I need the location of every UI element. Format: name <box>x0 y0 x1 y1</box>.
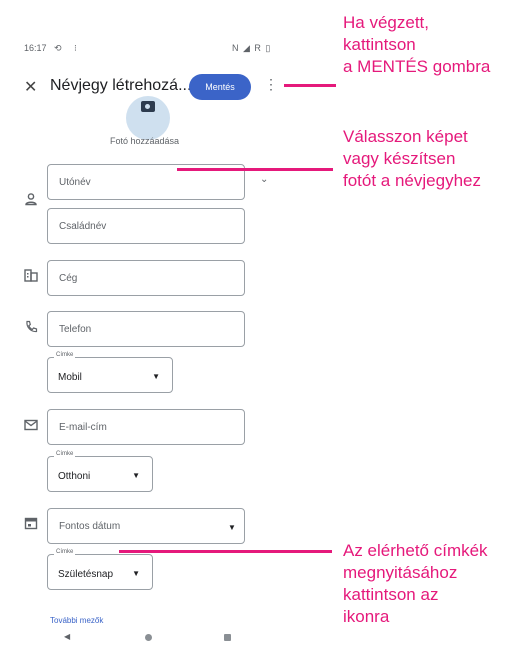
dropdown-arrow-icon: ▼ <box>152 372 160 381</box>
callout-save: Ha végzett, kattintson a MENTÉS gombra <box>343 13 491 76</box>
email-icon <box>24 419 38 431</box>
save-button[interactable]: Mentés <box>189 74 251 100</box>
email-field[interactable]: E-mail-cím <box>47 409 245 445</box>
dropdown-arrow-icon: ▼ <box>132 471 140 480</box>
back-nav-icon[interactable]: ◀ <box>64 632 70 641</box>
email-label-dropdown[interactable]: Címke Otthoni ▼ <box>47 451 153 492</box>
business-icon <box>24 269 38 282</box>
callout-photo: Válasszon képet vagy készítsen fotót a n… <box>343 127 481 190</box>
dropdown-arrow-icon: ▼ <box>132 569 140 578</box>
status-bar: 16:17 ⟲ ⁝ N ◢ R ▯ <box>14 34 282 56</box>
person-icon <box>25 193 37 206</box>
company-field[interactable]: Cég <box>47 260 245 296</box>
callout-line-photo <box>177 168 333 171</box>
phone-label-caption: Címke <box>54 352 76 358</box>
email-label-caption: Címke <box>54 451 76 457</box>
sync-icon: ⟲ <box>54 43 62 53</box>
date-dropdown-arrow-icon[interactable]: ▼ <box>228 523 270 532</box>
date-label-value: Születésnap <box>58 569 114 580</box>
phone-icon <box>26 320 38 333</box>
recents-nav-icon[interactable] <box>224 634 231 641</box>
callout-line-save <box>284 84 336 87</box>
callout-line-labels <box>119 550 332 553</box>
status-time: 16:17 <box>24 43 47 53</box>
chevron-down-icon[interactable]: ⌄ <box>260 174 268 185</box>
add-photo-label[interactable]: Fotó hozzáadása <box>110 136 179 146</box>
close-icon[interactable]: ✕ <box>24 77 37 97</box>
status-icons: N ◢ R ▯ <box>232 43 272 53</box>
camera-icon <box>141 101 155 112</box>
last-name-field[interactable]: Családnév <box>47 208 245 244</box>
callout-labels: Az elérhető címkék megnyitásához kattint… <box>343 541 488 626</box>
more-icon[interactable]: ⋮ <box>264 76 278 93</box>
email-label-value: Otthoni <box>58 471 91 482</box>
more-fields-link[interactable]: További mezők <box>50 616 103 625</box>
navigation-bar: ◀ <box>14 632 282 644</box>
phone-label-dropdown[interactable]: Címke Mobil ▼ <box>47 352 173 393</box>
notification-icon: ⁝ <box>74 43 77 53</box>
home-nav-icon[interactable] <box>145 634 152 641</box>
phone-label-value: Mobil <box>58 372 82 383</box>
date-label-dropdown[interactable]: Címke Születésnap ▼ <box>47 549 153 590</box>
page-title: Névjegy létrehozá... <box>50 77 192 94</box>
date-field[interactable]: Fontos dátum <box>47 508 245 544</box>
calendar-icon <box>24 517 38 530</box>
phone-field[interactable]: Telefon <box>47 311 245 347</box>
date-label-caption: Címke <box>54 549 76 555</box>
